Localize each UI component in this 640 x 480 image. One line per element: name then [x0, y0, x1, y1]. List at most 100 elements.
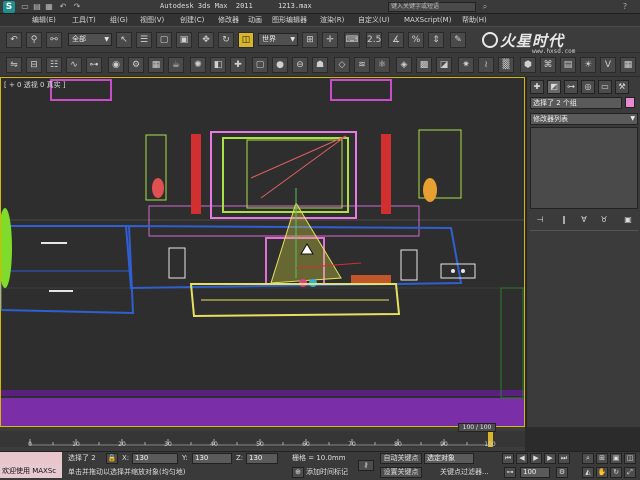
new-file-icon[interactable]: ▭ [20, 2, 30, 12]
next-frame-icon[interactable]: ▶ [544, 453, 556, 464]
vray-icon[interactable]: V [600, 57, 616, 73]
render-frame-icon[interactable]: ▦ [148, 57, 164, 73]
select-manipulate-icon[interactable]: ✛ [322, 32, 338, 48]
rect-selection-icon[interactable]: ▢ [156, 32, 172, 48]
zoom-extents-all-icon[interactable]: ◫ [624, 453, 636, 464]
hair-icon[interactable]: ≀ [478, 57, 494, 73]
viewport-label[interactable]: [ + 0 透视 0 真实 ] [4, 80, 66, 90]
key-icon[interactable]: ⚷ [358, 460, 374, 471]
sphere-icon[interactable]: ● [272, 57, 288, 73]
cloth-icon[interactable]: ▒ [498, 57, 514, 73]
particle-icon[interactable]: ✷ [458, 57, 474, 73]
fov-icon[interactable]: ◭ [582, 467, 594, 478]
search-icon[interactable]: ⌕ [480, 2, 490, 12]
undo-tool-icon[interactable]: ↶ [6, 32, 22, 48]
menu-customize[interactable]: 自定义(U) [358, 15, 390, 25]
key-filters-button[interactable]: 关键点过滤器... [440, 467, 489, 477]
goto-start-icon[interactable]: ⏮ [502, 453, 514, 464]
reference-coord-dropdown[interactable]: 世界 ▼ [258, 33, 298, 46]
hierarchy-tab-icon[interactable]: ⊶ [564, 80, 578, 94]
cylinder-icon[interactable]: ⊖ [292, 57, 308, 73]
menu-animation[interactable]: 动画 [248, 15, 262, 25]
scale-icon[interactable]: ◫ [238, 32, 254, 48]
orbit-icon[interactable]: ↻ [610, 467, 622, 478]
spinner-snap-icon[interactable]: ⇕ [428, 32, 444, 48]
maximize-viewport-icon[interactable]: ⤢ [624, 467, 636, 478]
app-menu-button[interactable]: S [3, 1, 15, 13]
teapot-icon[interactable]: ☗ [312, 57, 328, 73]
menu-rendering[interactable]: 渲染(R) [320, 15, 344, 25]
modifier-list-dropdown[interactable]: 修改器列表 ▼ [530, 113, 638, 125]
selection-name-field[interactable]: 选择了 2 个组 [530, 97, 622, 109]
render-setup-icon[interactable]: ⚙ [128, 57, 144, 73]
configure-sets-icon[interactable]: ▣ [621, 214, 635, 226]
lock-selection-icon[interactable]: 🔒 [106, 453, 118, 464]
layer-manager-icon[interactable]: ☷ [46, 57, 62, 73]
helper-icon[interactable]: ✚ [230, 57, 246, 73]
save-file-icon[interactable]: ▦ [44, 2, 54, 12]
current-frame-field[interactable]: 100 [520, 467, 550, 478]
select-object-icon[interactable]: ↖ [116, 32, 132, 48]
key-mode-dropdown[interactable]: 选定对象 [424, 453, 474, 464]
curve-editor-icon[interactable]: ∿ [66, 57, 82, 73]
remove-modifier-icon[interactable]: ♉ [597, 214, 611, 226]
zoom-extents-icon[interactable]: ▣ [610, 453, 622, 464]
object-color-swatch[interactable] [625, 97, 635, 108]
spacewarp-icon[interactable]: ≋ [354, 57, 370, 73]
rotate-icon[interactable]: ↻ [218, 32, 234, 48]
perspective-viewport[interactable]: [ + 0 透视 0 真实 ] [0, 77, 525, 427]
material-editor-icon[interactable]: ◉ [108, 57, 124, 73]
display-tab-icon[interactable]: ▭ [598, 80, 612, 94]
set-key-button[interactable]: 设置关键点 [380, 467, 422, 478]
frame-buffer-icon[interactable]: ▦ [620, 57, 636, 73]
redo-icon[interactable]: ↷ [72, 2, 82, 12]
time-slider-handle[interactable]: 100 / 100 [458, 423, 496, 432]
menu-tools[interactable]: 工具(T) [72, 15, 96, 25]
window-crossing-icon[interactable]: ▣ [176, 32, 192, 48]
align-icon[interactable]: ⊟ [26, 57, 42, 73]
shape-icon[interactable]: ◇ [334, 57, 350, 73]
play-icon[interactable]: ▶ [530, 453, 542, 464]
batch-render-icon[interactable]: ▤ [560, 57, 576, 73]
schematic-view-icon[interactable]: ⊶ [86, 57, 102, 73]
maxscript-listener-input[interactable]: 欢迎使用 MAXSc [0, 464, 62, 478]
select-by-name-icon[interactable]: ☰ [136, 32, 152, 48]
menu-group[interactable]: 组(G) [110, 15, 128, 25]
angle-snap-icon[interactable]: ∡ [388, 32, 404, 48]
selection-filter-dropdown[interactable]: 全部 ▼ [68, 33, 112, 46]
script-icon[interactable]: ⌘ [540, 57, 556, 73]
time-config-icon[interactable]: ⚙ [556, 467, 568, 478]
auto-key-button[interactable]: 自动关键点 [380, 453, 422, 464]
utilities-tab-icon[interactable]: ⚒ [615, 80, 629, 94]
menu-modifiers[interactable]: 修改器 [218, 15, 239, 25]
select-link-icon[interactable]: ⚲ [26, 32, 42, 48]
pan-icon[interactable]: ✋ [596, 467, 608, 478]
search-input[interactable]: 键入关键字或短语 [388, 2, 476, 12]
motion-tab-icon[interactable]: ◎ [581, 80, 595, 94]
camera-icon[interactable]: ◧ [210, 57, 226, 73]
menu-graph-editors[interactable]: 图形编辑器 [272, 15, 307, 25]
prev-frame-icon[interactable]: ◀ [516, 453, 528, 464]
x-coord-field[interactable]: 130 [132, 453, 178, 464]
mirror-icon[interactable]: ⇋ [6, 57, 22, 73]
snap-toggle-icon[interactable]: 2.5 [366, 32, 382, 48]
lights-list-icon[interactable]: ☀ [580, 57, 596, 73]
create-tab-icon[interactable]: ✚ [530, 80, 544, 94]
undo-icon[interactable]: ↶ [58, 2, 68, 12]
maxscript-listener-mini[interactable] [0, 452, 62, 464]
move-icon[interactable]: ✥ [198, 32, 214, 48]
named-selection-icon[interactable]: ✎ [450, 32, 466, 48]
pivot-center-icon[interactable]: ⊞ [302, 32, 318, 48]
zoom-icon[interactable]: ⌕ [582, 453, 594, 464]
pin-stack-icon[interactable]: ⊣ [533, 214, 547, 226]
zoom-all-icon[interactable]: ⊞ [596, 453, 608, 464]
percent-snap-icon[interactable]: % [408, 32, 424, 48]
reactor-icon[interactable]: ⬢ [520, 57, 536, 73]
make-unique-icon[interactable]: ∀ [577, 214, 591, 226]
open-file-icon[interactable]: ▤ [32, 2, 42, 12]
menu-views[interactable]: 视图(V) [140, 15, 164, 25]
y-coord-field[interactable]: 130 [192, 453, 232, 464]
help-icon[interactable]: ? [620, 2, 630, 12]
unwrap-icon[interactable]: ◪ [436, 57, 452, 73]
track-bar[interactable]: 0 10 20 30 40 50 60 70 80 90 100 [0, 427, 525, 451]
